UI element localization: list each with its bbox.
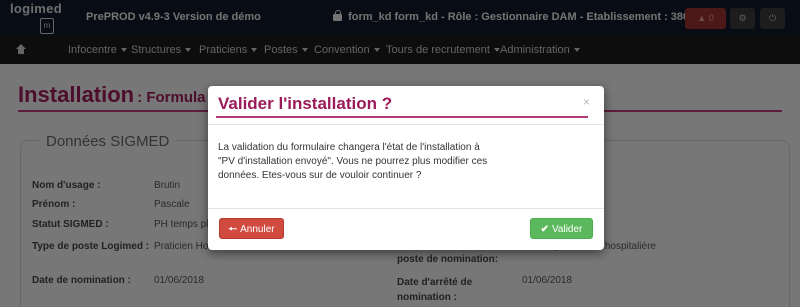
close-icon[interactable]: ×: [583, 95, 590, 109]
dialog-footer-divider: [208, 208, 604, 209]
dialog-title: Valider l'installation ?: [218, 94, 393, 113]
dialog-title-underline: [216, 116, 588, 118]
dialog-message: La validation du formulaire changera l'é…: [218, 142, 488, 181]
dialog-header-divider: [208, 124, 604, 125]
arrow-left-icon: 🠔: [228, 224, 238, 235]
validate-button-label: Valider: [552, 224, 583, 235]
confirm-dialog: Valider l'installation ? × La validation…: [208, 86, 604, 250]
cancel-button[interactable]: 🠔 Annuler: [219, 218, 284, 239]
cancel-button-label: Annuler: [240, 224, 275, 235]
check-icon: ✔: [540, 224, 549, 235]
validate-button[interactable]: ✔ Valider: [530, 218, 593, 239]
